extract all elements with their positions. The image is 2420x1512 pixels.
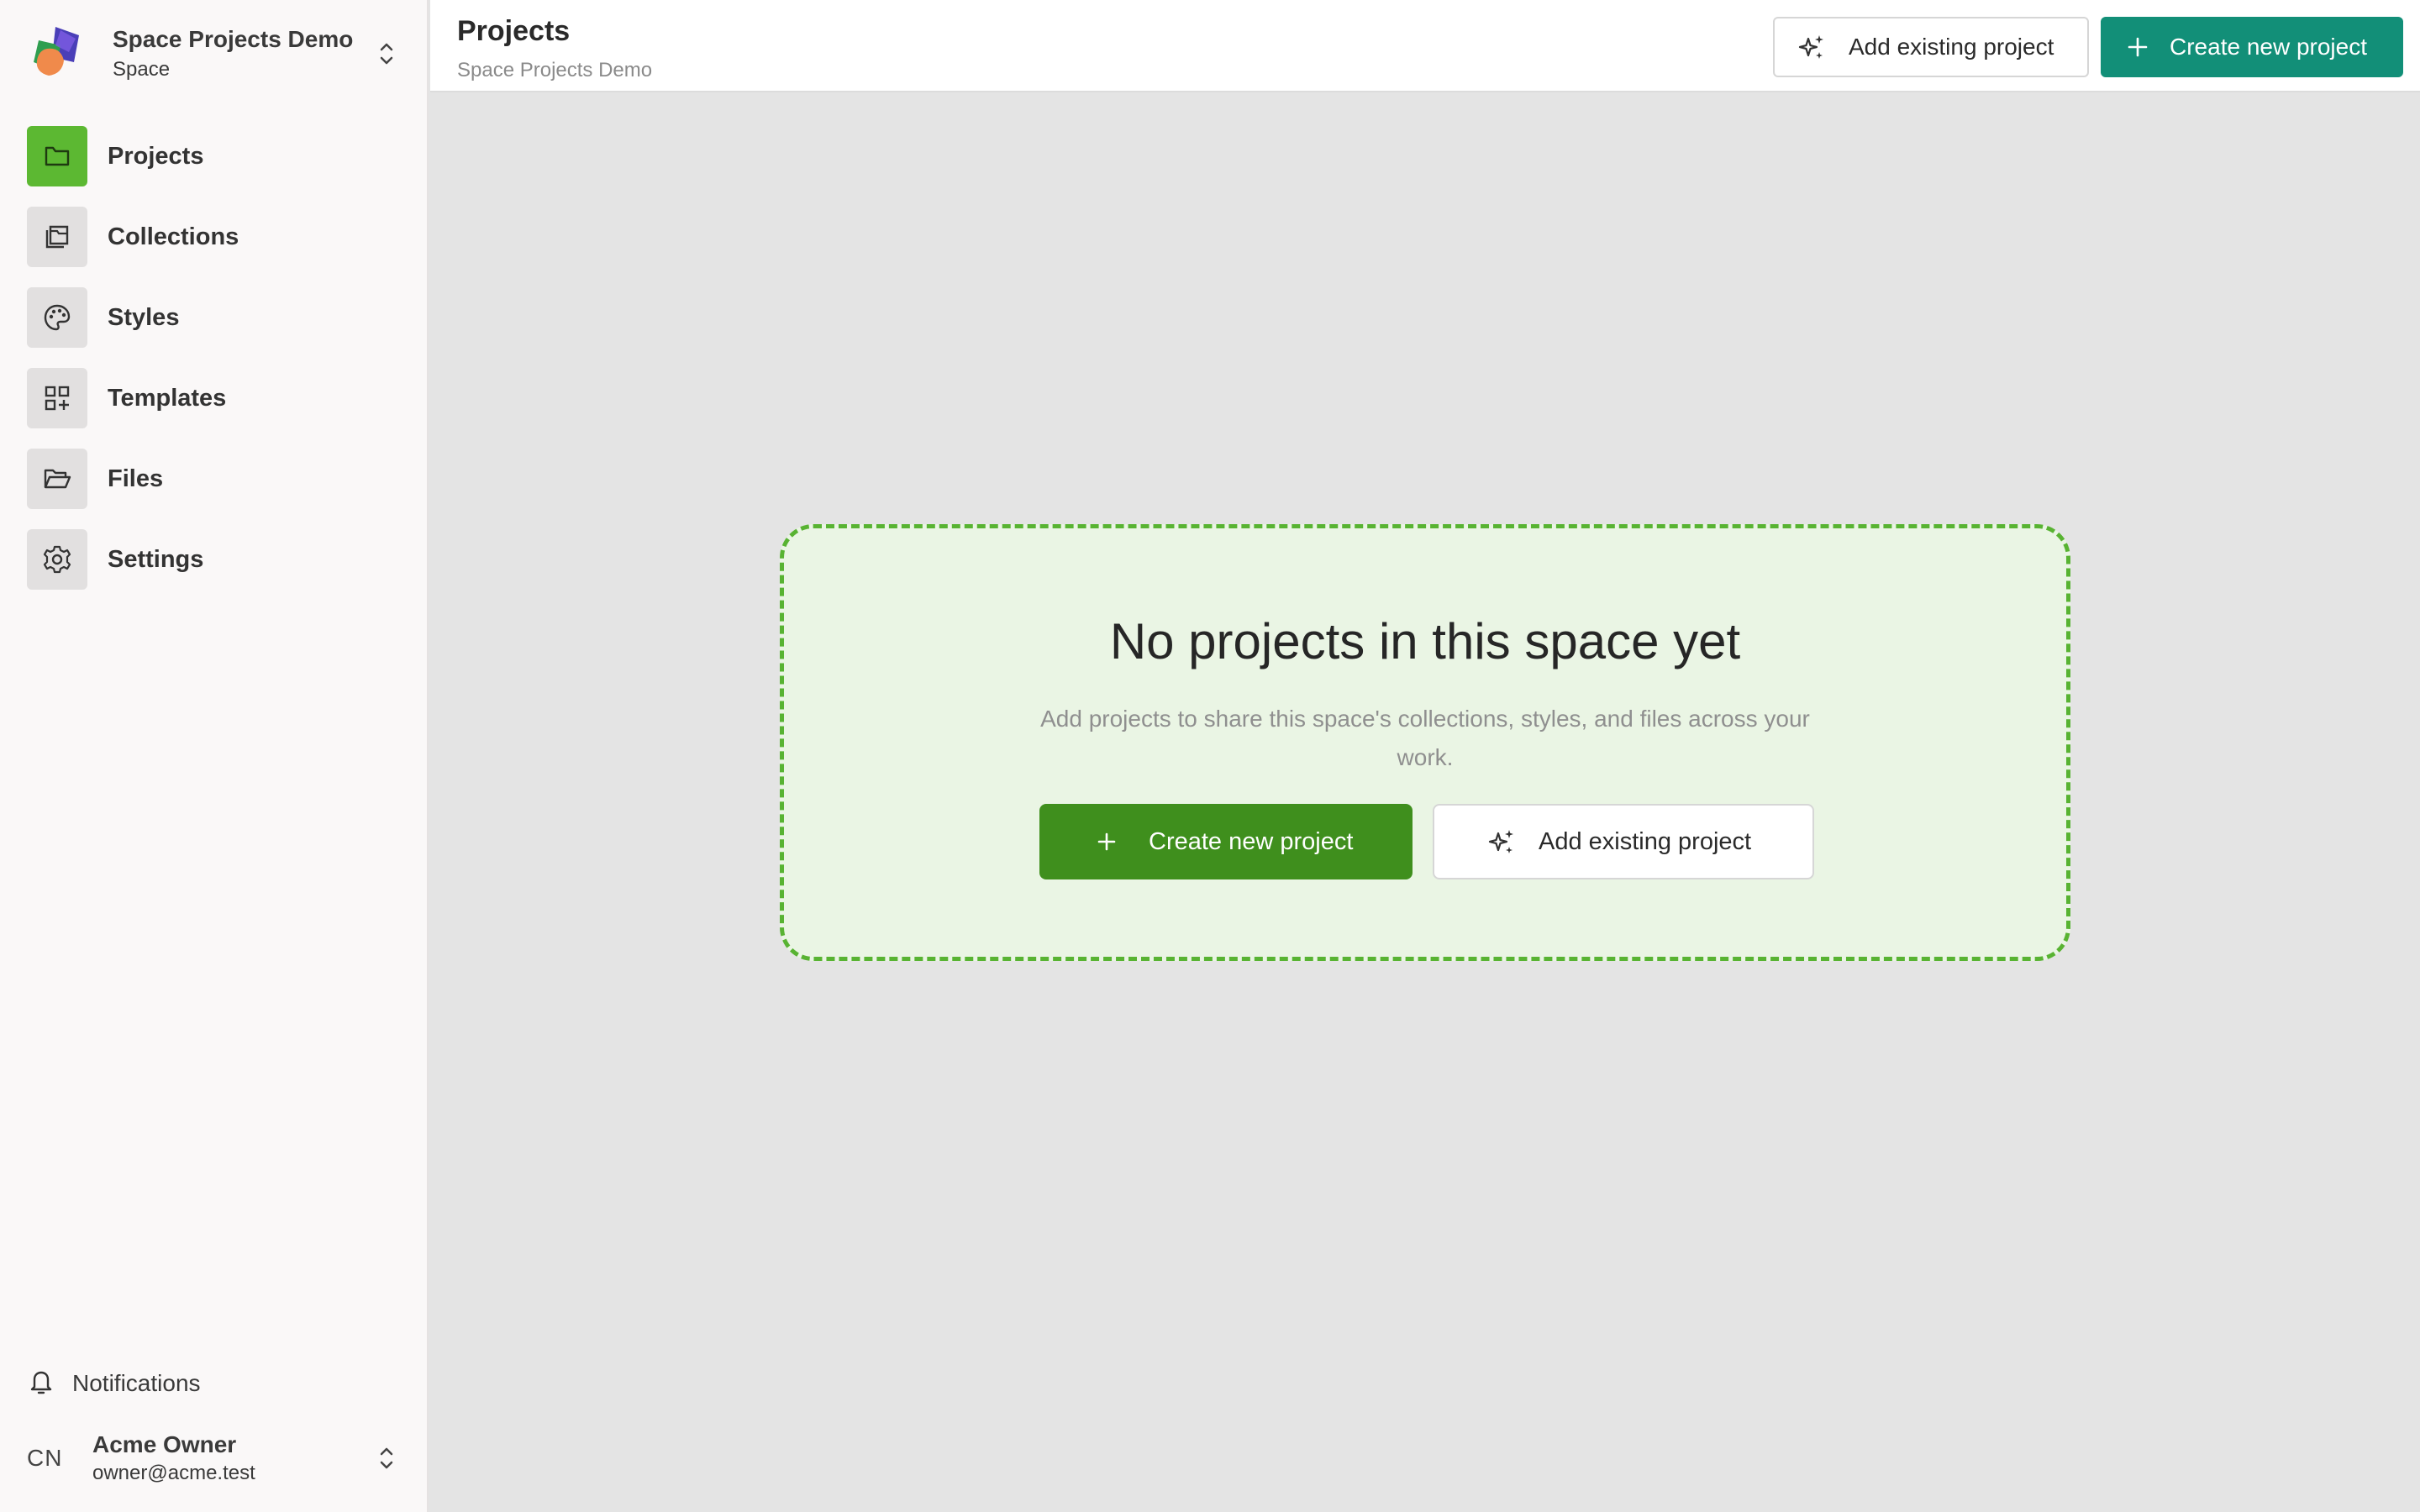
sidebar-item-label: Collections xyxy=(108,223,239,250)
bell-icon xyxy=(27,1367,55,1401)
plus-icon xyxy=(2121,30,2154,64)
sidebar-item-label: Settings xyxy=(108,545,204,573)
add-existing-project-button[interactable]: Add existing project xyxy=(1773,17,2089,77)
space-switcher[interactable]: Space Projects Demo Space xyxy=(27,20,402,87)
app-root: Space Projects Demo Space Projects Colle… xyxy=(0,0,2420,1512)
page-title: Projects xyxy=(457,15,571,47)
palette-icon xyxy=(27,287,87,348)
chevron-up-down-icon[interactable] xyxy=(371,1433,402,1483)
sidebar-item-label: Templates xyxy=(108,384,227,412)
page-header: Projects Space Projects Demo Add existin… xyxy=(430,0,2420,92)
create-new-project-button[interactable]: Create new project xyxy=(1039,804,1413,879)
folder-open-icon xyxy=(27,449,87,509)
sidebar-item-collections[interactable]: Collections xyxy=(27,207,402,267)
chevron-up-down-icon[interactable] xyxy=(371,29,402,79)
space-name: Space Projects Demo xyxy=(113,26,354,52)
sidebar: Space Projects Demo Space Projects Colle… xyxy=(0,0,429,1512)
grid-plus-icon xyxy=(27,368,87,428)
space-text: Space Projects Demo Space xyxy=(113,25,371,82)
sidebar-item-templates[interactable]: Templates xyxy=(27,368,402,428)
collections-icon xyxy=(27,207,87,267)
space-kind: Space xyxy=(113,58,171,81)
sidebar-item-label: Projects xyxy=(108,142,204,170)
space-logo-icon xyxy=(27,24,87,84)
sidebar-item-label: Files xyxy=(108,465,164,492)
sidebar-item-styles[interactable]: Styles xyxy=(27,287,402,348)
sparkles-icon xyxy=(1795,30,1828,64)
empty-state-description: Add projects to share this space's colle… xyxy=(1040,706,1810,770)
plus-icon xyxy=(1090,825,1123,858)
create-new-project-label: Create new project xyxy=(2170,34,2368,60)
add-existing-project-button[interactable]: Add existing project xyxy=(1433,804,1814,879)
add-existing-project-label: Add existing project xyxy=(1849,34,2054,60)
add-existing-project-label: Add existing project xyxy=(1539,827,1752,855)
avatar: CN xyxy=(27,1445,63,1471)
gear-icon xyxy=(27,529,87,590)
account-text: Acme Owner owner@acme.test xyxy=(92,1431,371,1486)
create-new-project-label: Create new project xyxy=(1149,827,1354,855)
account-email: owner@acme.test xyxy=(92,1462,255,1484)
account-name: Acme Owner xyxy=(92,1431,237,1457)
sparkles-icon xyxy=(1485,825,1518,858)
sidebar-nav: Projects Collections Styles Templates Fi… xyxy=(27,126,402,610)
sidebar-item-label: Styles xyxy=(108,303,180,331)
notifications-link[interactable]: Notifications xyxy=(27,1362,201,1404)
notifications-label: Notifications xyxy=(72,1370,201,1396)
sidebar-item-settings[interactable]: Settings xyxy=(27,529,402,590)
sidebar-item-projects[interactable]: Projects xyxy=(27,126,402,186)
create-new-project-button[interactable]: Create new project xyxy=(2101,17,2403,77)
account-switcher[interactable]: CN Acme Owner owner@acme.test xyxy=(27,1425,402,1492)
folder-icon xyxy=(27,126,87,186)
breadcrumb[interactable]: Space Projects Demo xyxy=(457,59,652,82)
empty-state: No projects in this space yet Add projec… xyxy=(780,524,2070,961)
empty-state-title: No projects in this space yet xyxy=(1109,613,1741,669)
sidebar-item-files[interactable]: Files xyxy=(27,449,402,509)
